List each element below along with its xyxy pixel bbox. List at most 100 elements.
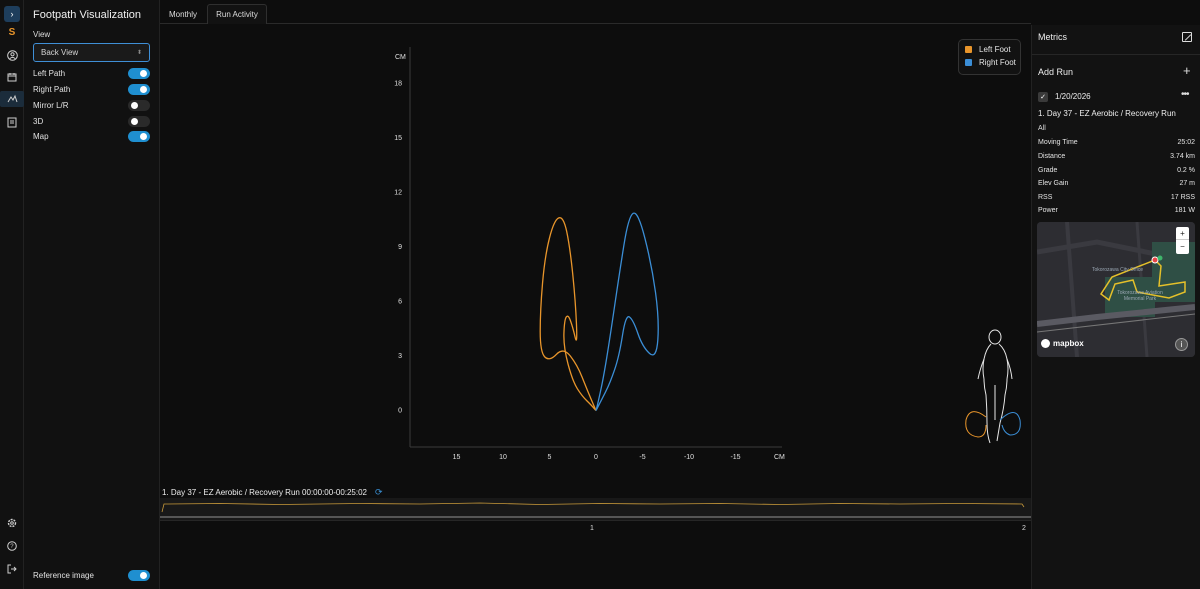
metric-row: Grade 0.2 % bbox=[1038, 167, 1195, 174]
app-title: Footpath Visualization bbox=[33, 9, 142, 21]
metric-row: Moving Time 25:02 bbox=[1038, 139, 1195, 146]
x-tick-label: 15 bbox=[453, 454, 461, 461]
x-axis-label: CM bbox=[774, 454, 785, 461]
metric-row: Elev Gain 27 m bbox=[1038, 180, 1195, 187]
toggle-label: Right Path bbox=[33, 84, 71, 94]
expand-sidebar-icon[interactable]: › bbox=[4, 6, 20, 22]
map-label: Tokorozawa City Office bbox=[1092, 267, 1144, 273]
add-run-label: Add Run bbox=[1038, 67, 1074, 77]
toggle-switch[interactable] bbox=[128, 130, 150, 142]
toggle-label: Map bbox=[33, 131, 49, 141]
y-tick-label: 3 bbox=[398, 353, 402, 360]
legend-label: Left Foot bbox=[979, 45, 1011, 54]
timeline-tick: 1 bbox=[590, 525, 594, 532]
toggle-right-path[interactable]: Right Path bbox=[33, 83, 150, 95]
y-tick-label: 15 bbox=[394, 135, 402, 142]
toggle-3d[interactable]: 3D bbox=[33, 115, 150, 127]
toggle-left-path[interactable]: Left Path bbox=[33, 67, 150, 79]
toggle-label: Mirror L/R bbox=[33, 100, 69, 110]
tab-bar: Monthly Run Activity bbox=[160, 0, 1031, 24]
view-select-value: Back View bbox=[41, 48, 79, 57]
legend-item-right-foot[interactable]: Right Foot bbox=[965, 58, 1016, 67]
brand-logo[interactable]: S bbox=[4, 24, 20, 40]
divider bbox=[1032, 54, 1200, 55]
right-foot-path bbox=[595, 212, 659, 411]
timeline-header: 1. Day 37 - EZ Aerobic / Recovery Run 00… bbox=[162, 487, 383, 498]
metrics-title: Metrics bbox=[1038, 32, 1067, 42]
metric-value: 0.2 % bbox=[1177, 167, 1195, 174]
view-label: View bbox=[33, 30, 51, 39]
run-date: 1/20/2026 bbox=[1055, 92, 1091, 101]
metrics-panel: Metrics Add Run + ✓ 1/20/2026 ••• 1. Day… bbox=[1031, 25, 1200, 589]
toggle-label: Reference image bbox=[33, 570, 94, 580]
footpath-icon[interactable] bbox=[0, 91, 24, 107]
metric-label: RSS bbox=[1038, 194, 1053, 201]
settings-icon[interactable] bbox=[4, 515, 20, 531]
tab-monthly[interactable]: Monthly bbox=[160, 4, 206, 24]
y-tick-label: 18 bbox=[394, 80, 402, 87]
app-root: › S ? Footpath Visualization View Back V… bbox=[0, 0, 1200, 589]
svg-text:?: ? bbox=[10, 544, 14, 550]
refresh-icon[interactable]: ⟳ bbox=[375, 487, 383, 498]
metrics-scope: All bbox=[1038, 125, 1046, 132]
map-label: Tokorozawa Aviation Memorial Park bbox=[1117, 290, 1163, 302]
y-axis-label: CM bbox=[395, 54, 406, 61]
chart-legend: Left Foot Right Foot bbox=[958, 39, 1021, 75]
toggle-reference-image[interactable]: Reference image bbox=[33, 569, 150, 581]
run-checkbox[interactable]: ✓ bbox=[1038, 92, 1048, 102]
timeline-axis: 1 2 bbox=[160, 520, 1031, 589]
timeline-tick: 2 bbox=[1022, 525, 1026, 532]
metric-label: Grade bbox=[1038, 167, 1058, 174]
select-caret-icon: ⬍ bbox=[136, 50, 142, 56]
map-zoom-control: + − bbox=[1176, 227, 1189, 254]
control-panel: Footpath Visualization View Back View ⬍ … bbox=[24, 0, 160, 589]
runner-reference-image bbox=[965, 329, 1021, 444]
metric-value: 3.74 km bbox=[1170, 153, 1195, 160]
metric-label: Elev Gain bbox=[1038, 180, 1069, 187]
tab-run-activity[interactable]: Run Activity bbox=[207, 4, 267, 24]
metric-value: 25:02 bbox=[1177, 139, 1195, 146]
legend-swatch bbox=[965, 46, 972, 53]
x-tick-label: -15 bbox=[730, 454, 740, 461]
route-map[interactable]: Tokorozawa City Office Tokorozawa Aviati… bbox=[1037, 222, 1195, 357]
toggle-switch[interactable] bbox=[128, 569, 150, 581]
y-tick-label: 9 bbox=[398, 244, 402, 251]
map-info-button[interactable]: i bbox=[1175, 338, 1188, 351]
y-tick-label: 12 bbox=[394, 189, 402, 196]
toggle-switch[interactable] bbox=[128, 99, 150, 111]
metric-row: RSS 17 RSS bbox=[1038, 194, 1195, 201]
metric-label: Moving Time bbox=[1038, 139, 1078, 146]
toggle-mirror[interactable]: Mirror L/R bbox=[33, 99, 150, 111]
legend-item-left-foot[interactable]: Left Foot bbox=[965, 45, 1011, 54]
mapbox-logo: mapbox bbox=[1041, 339, 1084, 348]
toggle-switch[interactable] bbox=[128, 115, 150, 127]
footpath-chart: CM CM 0 3 6 9 12 15 18 15 10 5 0 -5 -10 -15 bbox=[160, 25, 1031, 485]
timeline-strip[interactable] bbox=[160, 498, 1031, 520]
toggle-map[interactable]: Map bbox=[33, 130, 150, 142]
help-icon[interactable]: ? bbox=[4, 538, 20, 554]
metric-value: 181 W bbox=[1174, 207, 1195, 214]
y-tick-label: 6 bbox=[398, 299, 402, 306]
y-tick-label: 0 bbox=[398, 408, 402, 415]
run-menu-icon[interactable]: ••• bbox=[1181, 89, 1189, 100]
view-select[interactable]: Back View ⬍ bbox=[33, 43, 150, 62]
logout-icon[interactable] bbox=[4, 561, 20, 577]
zoom-out-button[interactable]: − bbox=[1176, 240, 1189, 253]
timeline-title: 1. Day 37 - EZ Aerobic / Recovery Run 00… bbox=[162, 488, 368, 497]
collapse-panel-icon[interactable] bbox=[1182, 32, 1192, 42]
toggle-label: Left Path bbox=[33, 68, 66, 78]
metric-label: Distance bbox=[1038, 153, 1066, 160]
zoom-in-button[interactable]: + bbox=[1176, 227, 1189, 240]
metric-row: Power 181 W bbox=[1038, 207, 1195, 214]
calendar-icon[interactable] bbox=[4, 69, 20, 85]
metric-value: 17 RSS bbox=[1170, 194, 1195, 201]
run-name: 1. Day 37 - EZ Aerobic / Recovery Run bbox=[1038, 109, 1176, 118]
legend-swatch bbox=[965, 59, 972, 66]
x-tick-label: -5 bbox=[639, 454, 645, 461]
report-icon[interactable] bbox=[4, 114, 20, 130]
toggle-label: 3D bbox=[33, 116, 44, 126]
toggle-switch[interactable] bbox=[128, 83, 150, 95]
toggle-switch[interactable] bbox=[128, 67, 150, 79]
profile-icon[interactable] bbox=[4, 47, 20, 63]
add-run-button[interactable]: + bbox=[1183, 63, 1191, 78]
